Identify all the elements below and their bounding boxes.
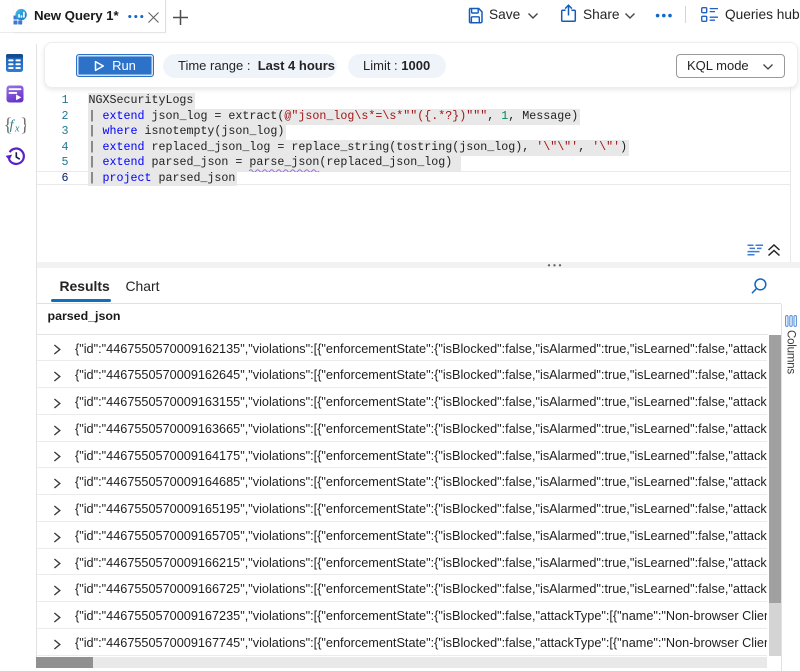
svg-text:}: } xyxy=(20,116,26,134)
svg-text:x: x xyxy=(14,124,20,134)
